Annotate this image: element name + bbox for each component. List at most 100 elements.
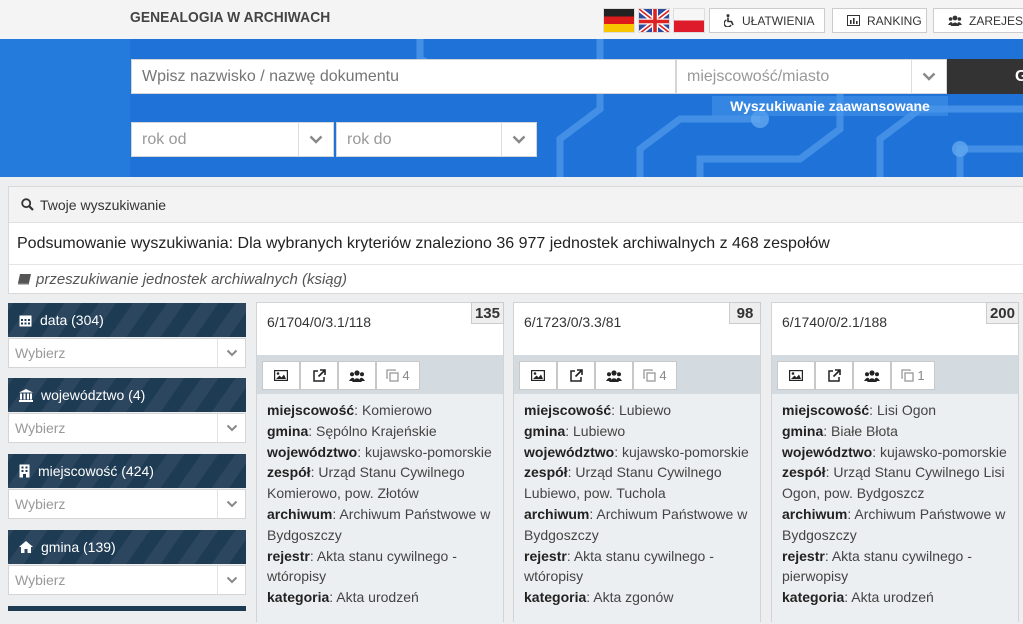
card-signature[interactable]: 6/1723/0/3.3/81 [524,314,621,330]
open-external-button[interactable] [815,361,853,390]
city-select[interactable]: miejscowość/miasto [676,59,912,94]
detail-label: zespół [524,464,568,481]
detail-fonds: zespół: Urząd Stanu Cywilnego Lubiewo, p… [524,464,722,502]
search-summary-panel: Twoje wyszukiwanie Podsumowanie wyszukiw… [8,186,1023,294]
city-select-arrow[interactable] [911,59,947,94]
search-mode-label: przeszukiwanie jednostek archiwalnych (k… [36,270,347,288]
advanced-search-link[interactable]: Wyszukiwanie zaawansowane [712,96,948,116]
year-to-arrow[interactable] [501,122,537,157]
detail-locality: miejscowość: Komierowo [267,402,432,418]
detail-category: kategoria: Akta urodzeń [267,589,419,606]
surname-search-input[interactable] [131,59,676,94]
scans-button[interactable] [519,361,557,390]
calendar-icon [19,315,32,326]
language-flag-english[interactable] [638,8,670,33]
accessibility-button[interactable]: UŁATWIENIA [709,8,825,33]
register-button[interactable]: ZAREJESTRUJ [933,8,1023,33]
detail-fonds: zespół: Urząd Stanu Cywilnego Komierowo,… [267,464,465,502]
persons-button[interactable] [595,361,633,390]
card-scan-count: 135 [470,302,504,324]
search-summary-text: Podsumowanie wyszukiwania: Dla wybranych… [9,223,1023,265]
detail-label: miejscowość [782,402,870,418]
detail-value: kujawsko-pomorskie [622,443,749,460]
detail-label: archiwum [524,505,590,522]
filter-commune-select[interactable]: Wybierz [8,565,246,595]
search-mode-link[interactable]: przeszukiwanie jednostek archiwalnych (k… [9,265,1023,293]
wheelchair-icon [724,14,734,27]
copy-icon [386,369,400,382]
users-icon [864,369,880,382]
copies-count: 4 [659,368,667,383]
chevron-down-icon [309,135,323,144]
year-to-select[interactable]: rok do [336,122,502,157]
detail-register: rejestr: Akta stanu cywilnego - wtóropis… [267,547,457,585]
detail-label: województwo [782,443,873,460]
card-signature[interactable]: 6/1740/0/2.1/188 [782,314,887,330]
year-from-select[interactable]: rok od [131,122,299,157]
detail-value: Lisi Ogon [876,402,937,418]
result-card: 6/1704/0/3.1/118 135 4 miejscowość: Komi… [256,302,504,624]
book-icon [18,274,31,285]
detail-label: kategoria [524,589,587,606]
card-toolbar: 4 [257,355,503,394]
detail-label: rejestr [267,547,310,564]
bank-icon [19,388,33,402]
scans-button[interactable] [262,361,300,390]
users-icon [606,369,622,382]
filter-date-header[interactable]: data (304) [8,303,246,337]
card-details: miejscowość: Lisi Ogon gmina: Białe Błot… [772,394,1018,624]
detail-locality: miejscowość: Lubiewo [524,402,672,418]
language-flag-german[interactable] [603,8,635,33]
search-summary-header[interactable]: Twoje wyszukiwanie [9,187,1023,223]
filter-voivodeship-select[interactable]: Wybierz [8,413,246,443]
card-details: miejscowość: Komierowo gmina: Sępólno Kr… [257,394,503,624]
year-from-arrow[interactable] [298,122,334,157]
detail-voivodeship: województwo: kujawsko-pomorskie [782,443,1007,460]
scans-button[interactable] [777,361,815,390]
site-logo[interactable]: GENEALOGIA W ARCHIWACH [130,9,330,26]
filter-next-header [8,606,246,611]
filter-voivodeship-header[interactable]: województwo (4) [8,378,246,412]
detail-value: Akta urodzeń [336,589,419,606]
card-signature[interactable]: 6/1704/0/3.1/118 [267,314,371,330]
image-icon [531,370,545,381]
copies-count: 4 [402,368,410,383]
detail-label: rejestr [524,547,567,564]
users-icon [349,369,365,382]
detail-label: archiwum [267,505,333,522]
uk-flag-icon [639,9,669,32]
detail-fonds: zespół: Urząd Stanu Cywilnego Lisi Ogon,… [782,464,1005,502]
persons-button[interactable] [853,361,891,390]
card-details: miejscowość: Lubiewo gmina: Lubiewo woje… [514,394,760,624]
filter-locality-header[interactable]: miejscowość (424) [8,454,246,488]
filter-date: data (304) Wybierz [8,303,246,369]
ranking-button[interactable]: RANKING [832,8,927,33]
detail-label: kategoria [782,589,845,606]
copies-button[interactable]: 4 [633,361,677,390]
filter-commune-label: gmina (139) [41,539,116,555]
search-submit-button[interactable]: G [947,59,1023,94]
copies-button[interactable]: 4 [376,361,420,390]
open-external-button[interactable] [557,361,595,390]
detail-commune: gmina: Białe Błota [782,422,898,439]
language-flag-polish[interactable] [673,8,705,33]
filter-voivodeship-select-value: Wybierz [15,420,66,436]
image-icon [789,370,803,381]
filter-locality-select[interactable]: Wybierz [8,489,246,519]
filter-date-select[interactable]: Wybierz [8,338,246,368]
detail-commune: gmina: Lubiewo [524,422,626,439]
detail-value: Lubiewo [618,402,672,418]
detail-archive: archiwum: Archiwum Państwowe w Bydgoszcz… [267,505,491,543]
persons-button[interactable] [338,361,376,390]
copies-button[interactable]: 1 [891,361,935,390]
detail-locality: miejscowość: Lisi Ogon [782,402,937,418]
detail-register: rejestr: Akta stanu cywilnego - wtóropis… [524,547,714,585]
filter-date-label: data (304) [40,312,104,328]
filter-commune-header[interactable]: gmina (139) [8,530,246,564]
open-external-button[interactable] [300,361,338,390]
detail-value: Akta urodzeń [851,589,934,606]
chevron-down-icon [512,135,526,144]
detail-archive: archiwum: Archiwum Państwowe w Bydgoszcz… [782,505,1006,543]
detail-value: Komierowo [361,402,432,418]
detail-label: miejscowość [524,402,612,418]
